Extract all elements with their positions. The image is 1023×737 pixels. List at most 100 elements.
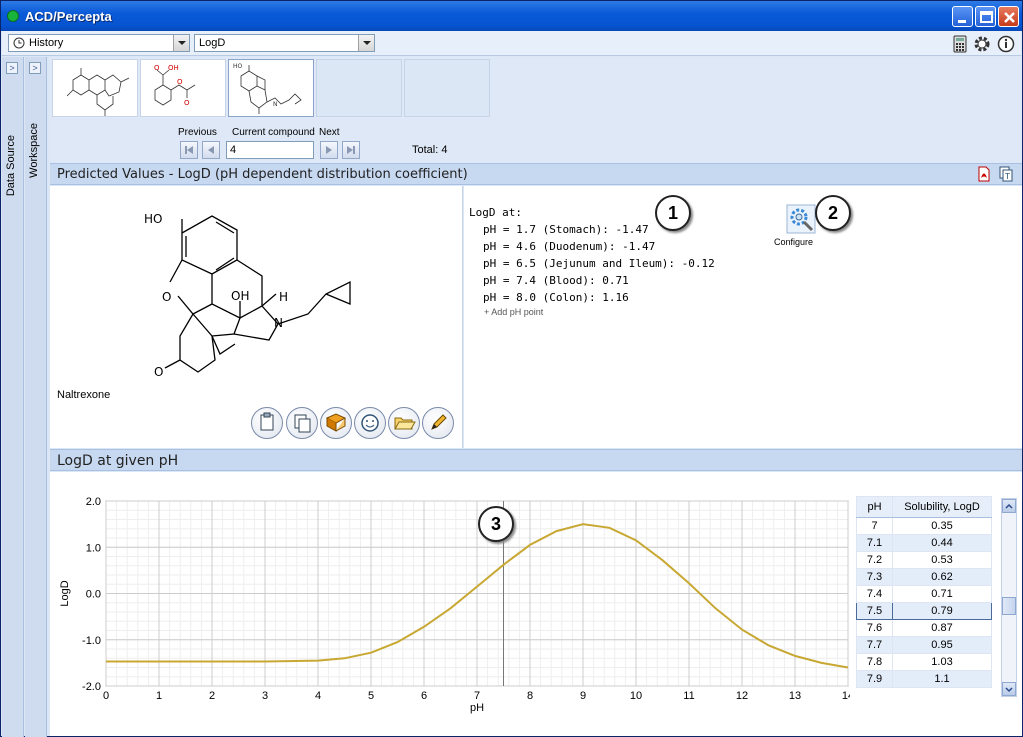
table-cell-logd[interactable]: 0.62 [892,568,992,586]
logd-value-jejunum: pH = 6.5 (Jejunum and Ileum): -0.12 [483,257,715,270]
table-row[interactable]: 7.6 0.87 [856,619,992,637]
scroll-thumb[interactable] [1002,597,1016,615]
table-scrollbar[interactable] [1001,498,1017,697]
table-cell-logd[interactable]: 0.44 [892,534,992,552]
table-row[interactable]: 7.5 0.79 [856,602,992,620]
table-cell-ph[interactable]: 7.5 [856,602,893,620]
last-compound-button[interactable] [342,141,360,159]
logd-chart[interactable]: 012345678910111213142.01.00.0-1.0-2.0pHL… [50,472,854,736]
configure-label: Configure [774,237,814,247]
x-tick-label: 2 [209,690,215,702]
table-row[interactable]: 7.4 0.71 [856,585,992,603]
configure-button[interactable] [786,204,816,234]
info-icon[interactable] [997,35,1015,53]
chevron-down-icon[interactable] [358,35,374,51]
table-row[interactable]: 7 0.35 [856,517,992,535]
table-row[interactable]: 7.9 1.1 [856,670,992,688]
x-tick-label: 8 [527,690,533,702]
copy-image-icon [294,414,311,433]
table-cell-ph[interactable]: 7.3 [856,568,893,586]
table-cell-ph[interactable]: 7.9 [856,670,893,688]
predicted-values-header: Predicted Values - LogD (pH dependent di… [50,163,1022,185]
maximize-button[interactable] [975,6,996,27]
svg-text:H: H [279,290,288,304]
compound-thumbnail-empty[interactable] [404,59,490,117]
x-tick-label: 6 [421,690,427,702]
table-cell-ph[interactable]: 7.4 [856,585,893,603]
minimize-button[interactable] [952,6,973,27]
copy-structure-button[interactable] [251,407,283,439]
scroll-up-button[interactable] [1002,499,1016,513]
table-row[interactable]: 7.8 1.03 [856,653,992,671]
chart-section-header: LogD at given pH [50,449,1022,471]
app-logo-icon [7,10,19,22]
data-source-tab[interactable]: > Data Source [2,57,24,737]
x-tick-label: 13 [789,690,801,702]
table-cell-logd[interactable]: 1.03 [892,653,992,671]
compound-thumbnail-empty[interactable] [316,59,402,117]
expand-icon[interactable]: > [29,62,41,74]
table-cell-ph[interactable]: 7.1 [856,534,893,552]
current-compound-label: Current compound [232,127,315,138]
book-icon [325,413,347,432]
table-cell-ph[interactable]: 7.2 [856,551,893,569]
table-cell-logd[interactable]: 0.79 [892,602,992,620]
chevron-down-icon [1005,687,1013,693]
history-select[interactable]: History [8,34,190,52]
table-cell-logd[interactable]: 0.35 [892,517,992,535]
table-cell-ph[interactable]: 7 [856,517,893,535]
table-row[interactable]: 7.2 0.53 [856,551,992,569]
table-cell-ph[interactable]: 7.6 [856,619,893,637]
compound-thumbnail[interactable]: O OH O O [140,59,226,117]
current-compound-input[interactable]: 4 [226,141,314,159]
table-cell-logd[interactable]: 0.71 [892,585,992,603]
title-bar[interactable]: ACD/Percepta [1,1,1022,31]
feedback-button[interactable] [354,407,386,439]
x-tick-label: 9 [580,690,586,702]
previous-compound-button[interactable] [202,141,220,159]
edit-structure-button[interactable] [422,407,454,439]
total-count: Total: 4 [412,144,448,156]
table-cell-logd[interactable]: 0.87 [892,619,992,637]
add-ph-point-link[interactable]: + Add pH point [484,307,543,317]
copy-image-button[interactable] [286,407,318,439]
pdf-export-icon[interactable] [976,166,992,182]
app-window: ACD/Percepta History LogD > Data Source … [0,0,1023,737]
logd-value-blood: pH = 7.4 (Blood): 0.71 [483,274,629,287]
calculator-icon[interactable] [951,35,969,53]
copy-text-icon[interactable]: T [998,166,1014,182]
folder-open-icon [394,417,416,430]
table-cell-ph[interactable]: 7.7 [856,636,893,654]
x-tick-label: 14 [842,690,850,702]
expand-icon[interactable]: > [6,62,18,74]
property-select[interactable]: LogD [194,34,375,52]
table-cell-logd[interactable]: 0.53 [892,551,992,569]
table-row[interactable]: 7.7 0.95 [856,636,992,654]
table-cell-logd[interactable]: 1.1 [892,670,992,688]
table-cell-logd[interactable]: 0.95 [892,636,992,654]
x-tick-label: 1 [156,690,162,702]
open-folder-button[interactable] [388,407,420,439]
scroll-down-button[interactable] [1002,682,1016,696]
ph-logd-table[interactable]: pH Solubility, LogD 7 0.35 7.1 0.44 7.2 0.53 7… [856,496,992,688]
skip-last-icon [347,146,355,154]
y-tick-label: 1.0 [86,542,101,554]
table-row[interactable]: 7.1 0.44 [856,534,992,552]
svg-text:O: O [177,78,183,86]
first-compound-button[interactable] [180,141,198,159]
compound-thumbnail-selected[interactable]: HO N [228,59,314,117]
next-compound-button[interactable] [320,141,338,159]
gear-icon[interactable] [973,35,991,53]
table-cell-ph[interactable]: 7.8 [856,653,893,671]
clock-icon [13,37,25,49]
table-header-ph[interactable]: pH [856,496,893,518]
close-button[interactable] [998,6,1019,27]
predicted-values-title: Predicted Values - LogD (pH dependent di… [57,167,468,182]
chevron-down-icon[interactable] [173,35,189,51]
window-title: ACD/Percepta [25,9,112,24]
workspace-tab[interactable]: > Workspace [25,57,47,737]
table-header-logd[interactable]: Solubility, LogD [892,496,992,518]
compound-thumbnail[interactable] [52,59,138,117]
help-book-button[interactable] [320,407,352,439]
table-row[interactable]: 7.3 0.62 [856,568,992,586]
